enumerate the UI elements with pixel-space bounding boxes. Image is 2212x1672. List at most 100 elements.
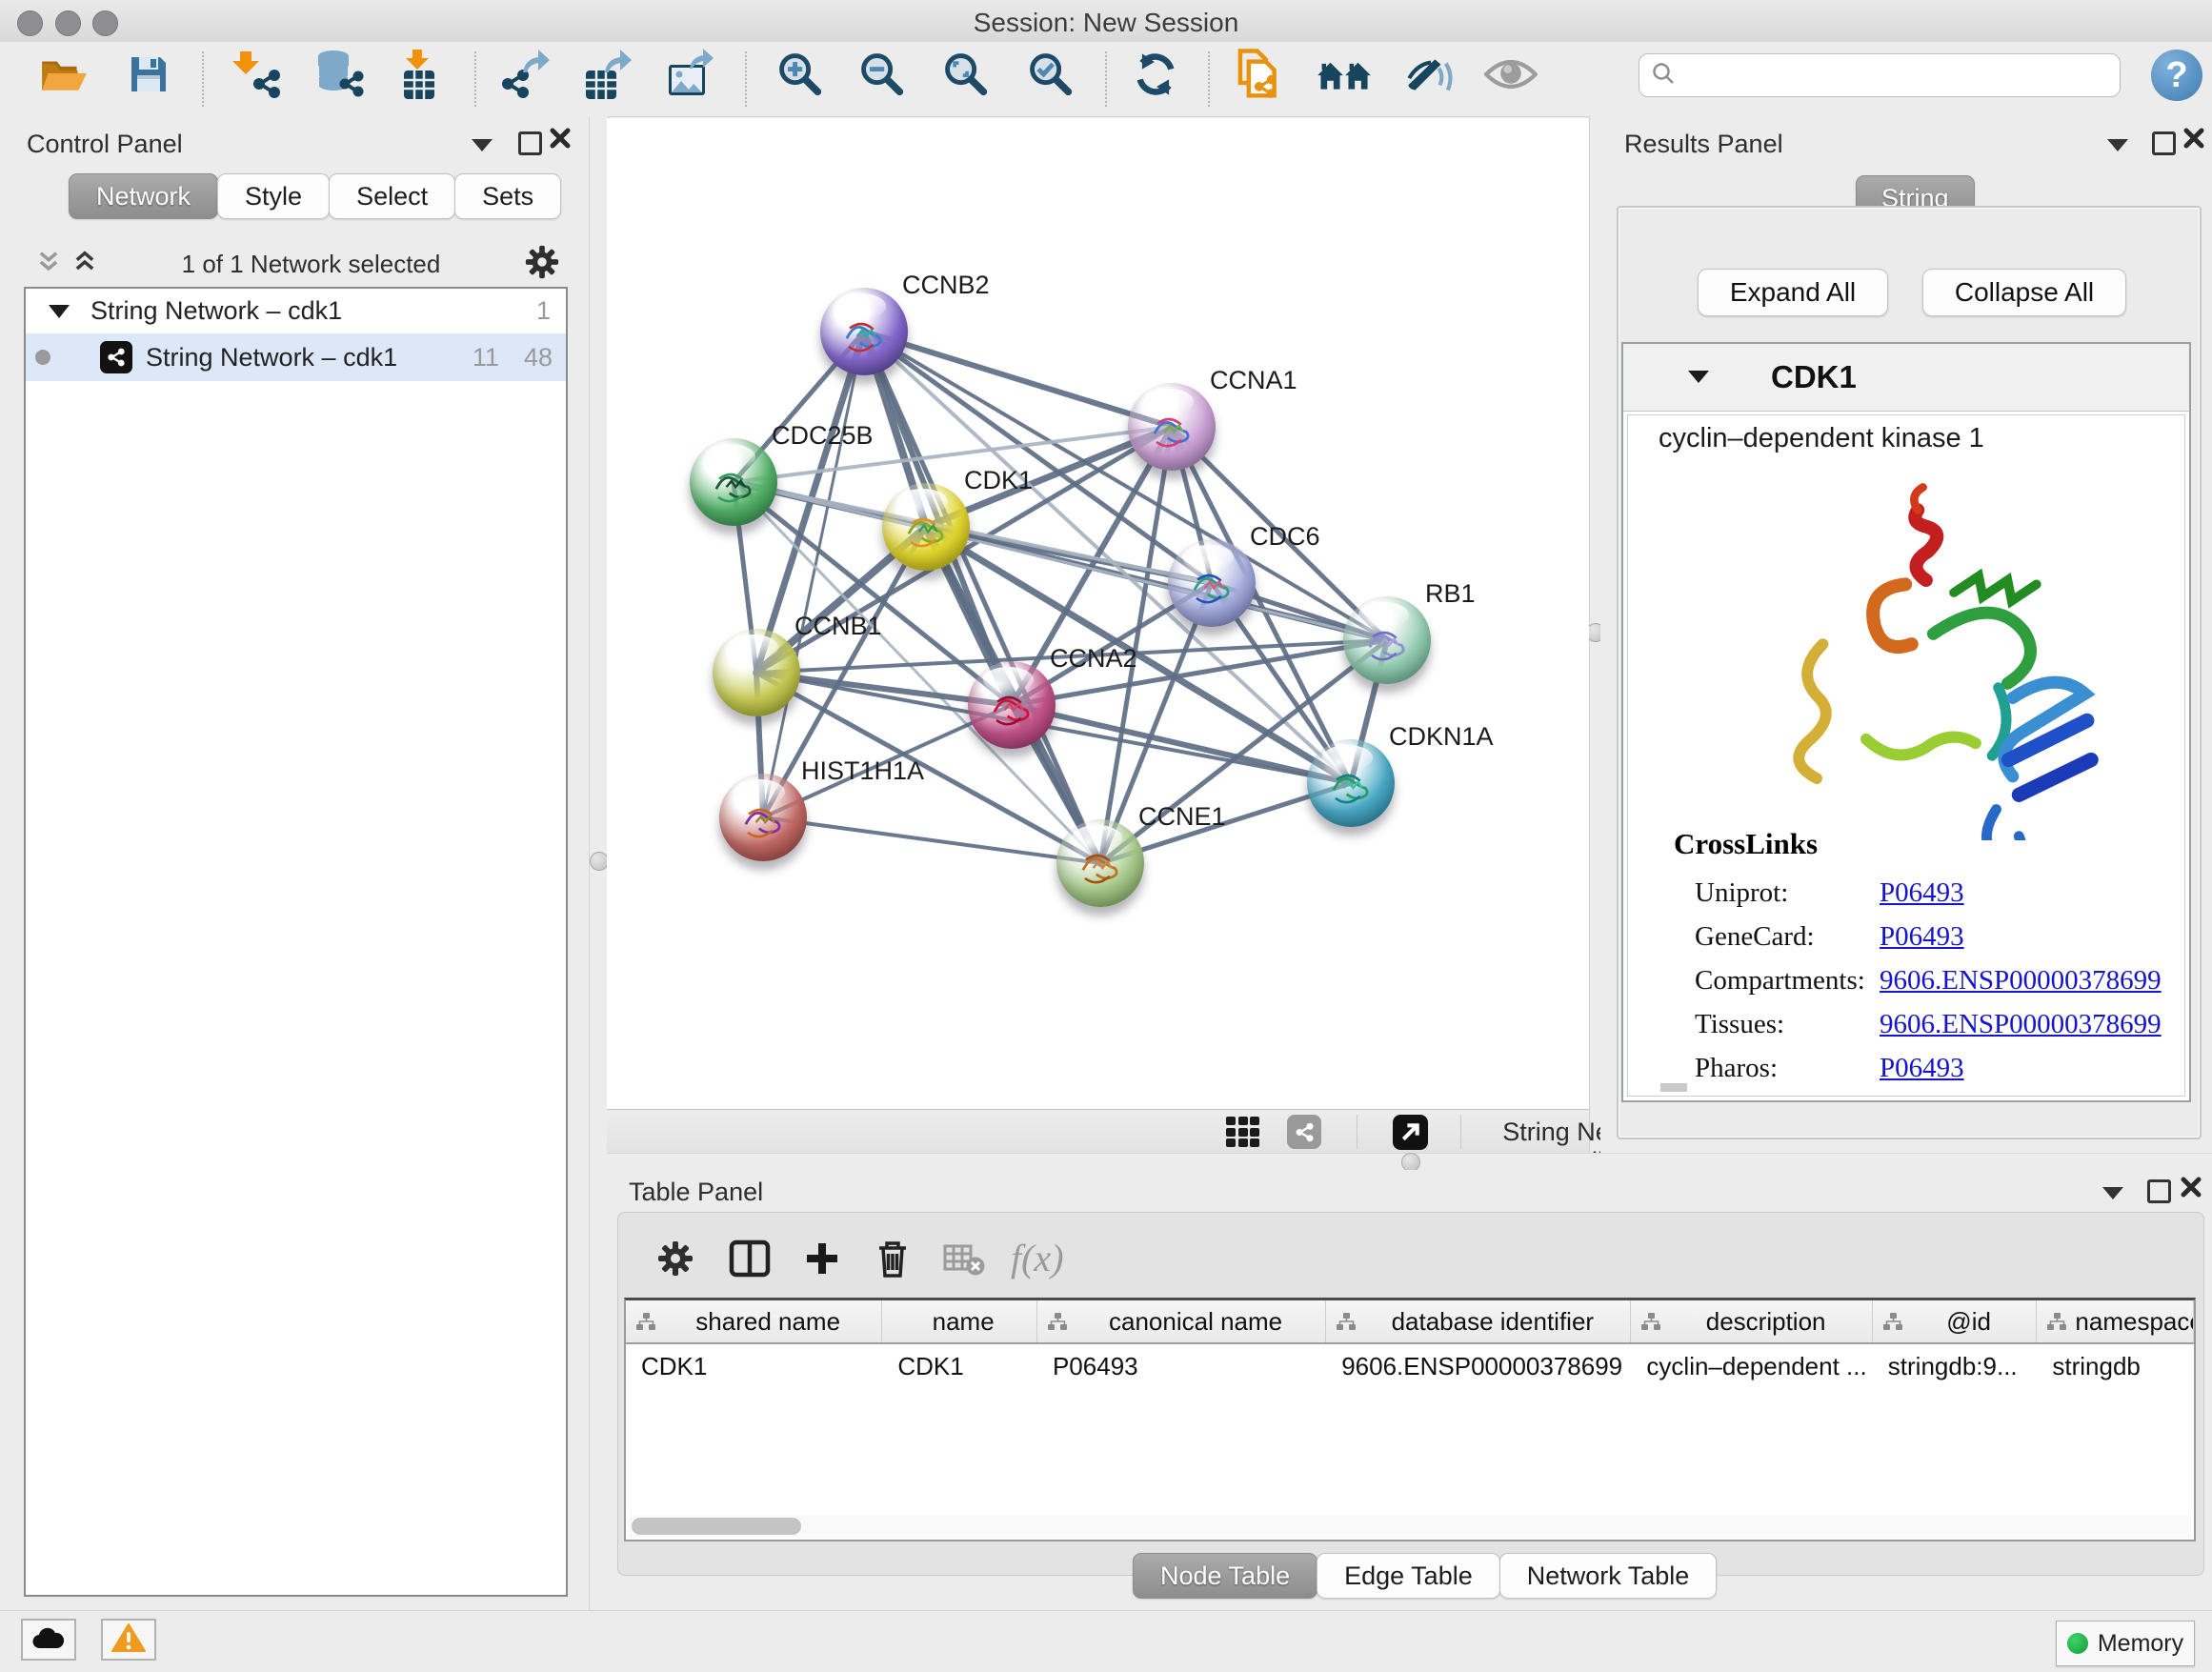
scrollbar-thumb[interactable] [1660, 1083, 1687, 1092]
network-collection-row[interactable]: String Network – cdk1 1 [26, 289, 566, 333]
network-canvas[interactable]: CCNB2 CCNA1 CDC25B CDK1 CDC6 RB1CCNB1 CC… [607, 118, 1589, 1109]
tab-edge-table[interactable]: Edge Table [1317, 1553, 1500, 1599]
splitter-handle[interactable] [1401, 1153, 1420, 1172]
panel-close-icon[interactable] [548, 126, 573, 155]
network-node-CDC6[interactable] [1168, 539, 1256, 627]
panel-close-icon[interactable] [2182, 126, 2206, 155]
network-node-CCNB2[interactable] [820, 288, 908, 375]
panel-menu-icon[interactable] [2102, 1187, 2123, 1199]
open-in-window-icon[interactable] [1393, 1115, 1428, 1155]
gear-icon[interactable] [524, 244, 560, 285]
panel-float-icon[interactable] [518, 131, 542, 155]
panel-close-icon[interactable] [2179, 1175, 2203, 1204]
expand-all-button[interactable]: Expand All [1698, 269, 1888, 316]
cloud-status-button[interactable] [21, 1619, 76, 1661]
crosslinks-list: Uniprot:P06493GeneCard:P06493Compartment… [1695, 871, 2165, 1090]
scrollbar-thumb[interactable] [632, 1518, 801, 1535]
crosslink-value-link[interactable]: 9606.ENSP00000378699 [1880, 965, 2162, 997]
zoom-in-button[interactable] [774, 50, 827, 103]
crosslink-value-link[interactable]: 9606.ENSP00000378699 [1880, 1009, 2162, 1040]
zoom-in-icon [774, 49, 826, 105]
network-snapshot-button[interactable] [1233, 50, 1286, 103]
import-network-icon [231, 48, 284, 106]
zoom-fit-icon [940, 49, 992, 105]
tab-network[interactable]: Network [69, 173, 218, 219]
tab-sets[interactable]: Sets [454, 173, 561, 219]
panel-float-icon[interactable] [2152, 131, 2176, 155]
export-table-button[interactable] [580, 50, 633, 103]
panel-menu-icon[interactable] [2107, 139, 2128, 151]
network-node-CCNE1[interactable] [1056, 819, 1144, 907]
table-gear-icon[interactable] [656, 1239, 694, 1282]
table-horizontal-scrollbar[interactable] [628, 1515, 2192, 1538]
network-list-header: 1 of 1 Network selected [24, 243, 570, 285]
network-row-selected[interactable]: String Network – cdk1 11 48 [26, 333, 566, 381]
tab-network-table[interactable]: Network Table [1499, 1553, 1718, 1599]
column-header-database-identifier[interactable]: database identifier [1326, 1300, 1631, 1342]
tab-select[interactable]: Select [329, 173, 455, 219]
collection-label: String Network – cdk1 [90, 296, 342, 326]
network-node-CDC25B[interactable] [690, 438, 777, 526]
warnings-button[interactable] [101, 1619, 156, 1661]
column-header-namespace[interactable]: namespace [2037, 1300, 2194, 1342]
column-header-@id[interactable]: @id [1873, 1300, 2038, 1342]
delete-column-trash-icon[interactable] [874, 1238, 912, 1284]
main-toolbar: ? [0, 42, 2212, 117]
network-tree: String Network – cdk1 1 String Network –… [24, 287, 568, 1597]
table-row[interactable]: CDK1CDK1P064939606.ENSP00000378699cyclin… [626, 1344, 2194, 1388]
table-cell: P06493 [1037, 1344, 1326, 1388]
export-network-button[interactable] [498, 50, 552, 103]
zoom-out-button[interactable] [855, 50, 909, 103]
result-entry-header[interactable]: CDK1 [1623, 344, 2189, 412]
column-header-shared-name[interactable]: shared name [626, 1300, 882, 1342]
splitter-handle[interactable] [590, 852, 609, 871]
crosslink-value-link[interactable]: P06493 [1880, 921, 1964, 953]
import-network-button[interactable] [231, 50, 284, 103]
crosslink-value-link[interactable]: P06493 [1880, 1053, 1964, 1084]
tab-style[interactable]: Style [217, 173, 330, 219]
import-table-icon [396, 48, 450, 106]
tree-expand-icon[interactable] [49, 305, 70, 318]
crosslink-value-link[interactable]: P06493 [1880, 877, 1964, 909]
network-node-RB1[interactable] [1343, 596, 1431, 684]
crosslink-row: Pharos:P06493 [1695, 1046, 2165, 1090]
import-database-button[interactable] [312, 50, 366, 103]
node-label-CCNB2: CCNB2 [902, 271, 990, 300]
network-node-CDK1[interactable] [882, 483, 970, 571]
refresh-button[interactable] [1129, 50, 1182, 103]
column-header-canonical-name[interactable]: canonical name [1037, 1300, 1326, 1342]
memory-button[interactable]: Memory [2056, 1621, 2195, 1666]
column-header-description[interactable]: description [1631, 1300, 1872, 1342]
zoom-selected-button[interactable] [1024, 50, 1077, 103]
panel-float-icon[interactable] [2147, 1179, 2171, 1203]
show-columns-icon[interactable] [729, 1239, 771, 1282]
first-neighbors-button[interactable] [1317, 50, 1371, 103]
hide-graphics-details-button[interactable] [1400, 50, 1454, 103]
help-button[interactable]: ? [2151, 50, 2202, 101]
search-input[interactable] [1676, 60, 2120, 91]
column-header-name[interactable]: name [882, 1300, 1037, 1342]
tab-node-table[interactable]: Node Table [1133, 1553, 1317, 1599]
network-node-CDKN1A[interactable] [1307, 739, 1395, 827]
table-cell: stringdb:9... [1873, 1344, 2038, 1388]
show-graphics-details-button[interactable] [1484, 50, 1538, 103]
network-node-CCNB1[interactable] [713, 629, 800, 716]
save-session-button[interactable] [122, 50, 175, 103]
add-column-icon[interactable] [803, 1239, 841, 1282]
panel-menu-icon[interactable] [472, 139, 493, 151]
export-image-button[interactable] [665, 50, 718, 103]
birdseye-grid-icon[interactable] [1226, 1117, 1271, 1147]
node-label-CCNA1: CCNA1 [1210, 366, 1297, 395]
houses-icon [1317, 54, 1372, 99]
zoom-fit-button[interactable] [939, 50, 993, 103]
crosslink-label: Pharos: [1695, 1053, 1880, 1084]
network-node-CCNA1[interactable] [1128, 383, 1216, 471]
open-file-button[interactable] [37, 50, 90, 103]
entry-collapse-icon[interactable] [1688, 371, 1709, 383]
collapse-all-icon[interactable] [35, 249, 62, 280]
expand-all-icon[interactable] [71, 249, 98, 280]
network-node-CCNA2[interactable] [968, 661, 1056, 749]
import-table-button[interactable] [396, 50, 450, 103]
collapse-all-button[interactable]: Collapse All [1922, 269, 2126, 316]
network-node-HIST1H1A[interactable] [719, 774, 807, 861]
